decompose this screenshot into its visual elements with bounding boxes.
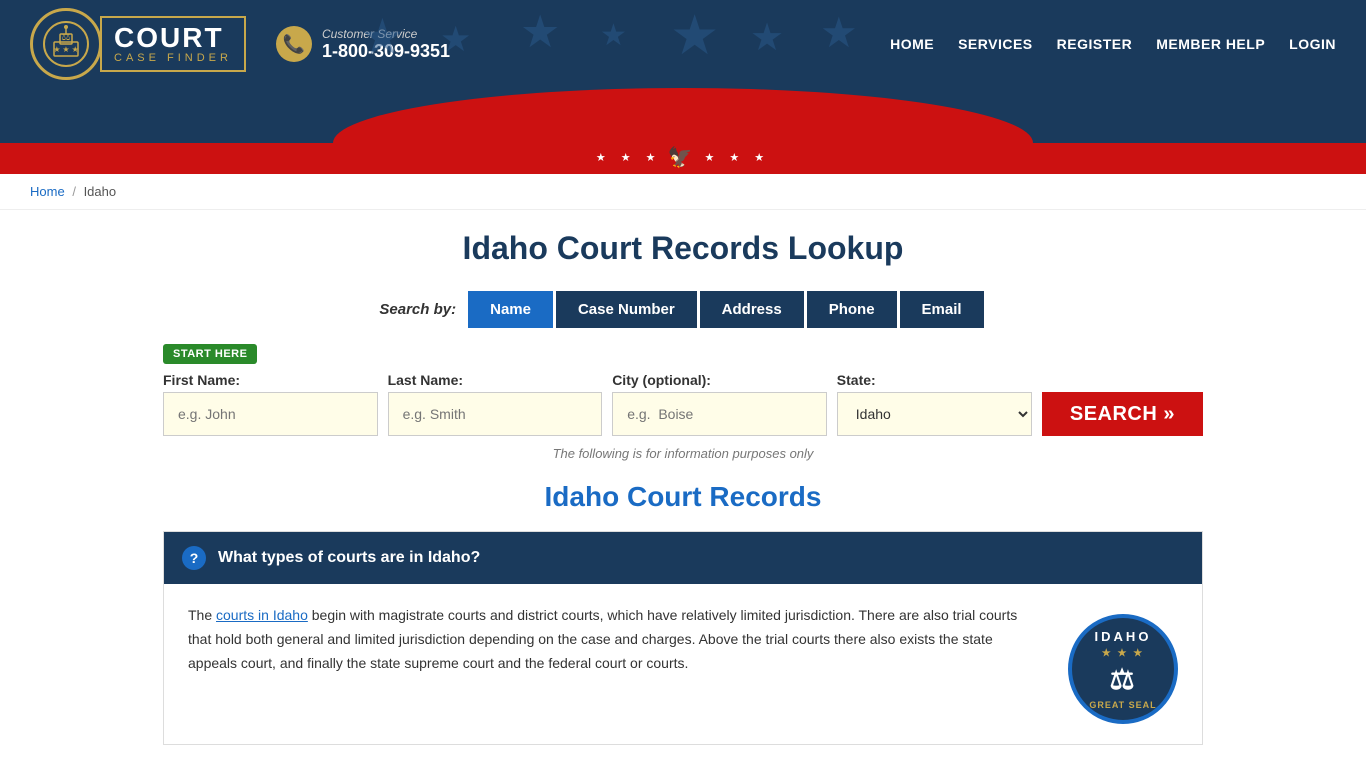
last-name-label: Last Name:: [388, 372, 603, 388]
bg-star-6: ★: [750, 15, 784, 60]
first-name-input[interactable]: [163, 392, 378, 436]
logo-case-finder-label: CASE FINDER: [114, 52, 232, 64]
section-title: Idaho Court Records: [163, 481, 1203, 513]
nav-home[interactable]: HOME: [890, 36, 934, 52]
question-icon: ?: [182, 546, 206, 570]
last-name-group: Last Name:: [388, 372, 603, 436]
idaho-seal: IDAHO ★ ★ ★ ⚖ GREAT SEAL: [1068, 614, 1178, 724]
svg-text:★ ★ ★: ★ ★ ★: [53, 45, 79, 54]
breadcrumb-separator: /: [72, 184, 76, 199]
first-name-group: First Name:: [163, 372, 378, 436]
customer-service: 📞 Customer Service 1-800-309-9351: [276, 26, 450, 62]
logo-court-label: COURT: [114, 24, 232, 52]
eagle-stars-row: ★ ★ ★ 🦅 ★ ★ ★: [0, 145, 1366, 170]
accordion: ? What types of courts are in Idaho? The…: [163, 531, 1203, 745]
tab-phone[interactable]: Phone: [807, 291, 897, 328]
body-text-1: The: [188, 607, 216, 623]
logo-text: COURT CASE FINDER: [100, 16, 246, 72]
nav-login[interactable]: LOGIN: [1289, 36, 1336, 52]
state-group: State: Idaho Alabama Alaska: [837, 372, 1032, 436]
eagle-bar: ★ ★ ★ 🦅 ★ ★ ★: [0, 143, 1366, 174]
cs-label: Customer Service: [322, 27, 450, 41]
nav-register[interactable]: REGISTER: [1057, 36, 1133, 52]
accordion-question: What types of courts are in Idaho?: [218, 549, 480, 567]
state-select[interactable]: Idaho Alabama Alaska: [837, 392, 1032, 436]
tab-name[interactable]: Name: [468, 291, 553, 328]
bg-star-4: ★: [600, 18, 627, 53]
logo-circle: ⚖ ★ ★ ★: [30, 8, 102, 80]
tab-email[interactable]: Email: [900, 291, 984, 328]
accordion-body: The courts in Idaho begin with magistrat…: [164, 584, 1202, 744]
stars-right: ★ ★ ★: [704, 151, 770, 164]
tab-case-number[interactable]: Case Number: [556, 291, 697, 328]
state-label: State:: [837, 372, 1032, 388]
cs-text: Customer Service 1-800-309-9351: [322, 27, 450, 62]
courts-link[interactable]: courts in Idaho: [216, 607, 308, 623]
last-name-input[interactable]: [388, 392, 603, 436]
first-name-label: First Name:: [163, 372, 378, 388]
bg-star-3: ★: [520, 5, 560, 58]
search-by-label: Search by:: [379, 301, 456, 318]
wave-arch: [333, 88, 1033, 143]
form-row: First Name: Last Name: City (optional): …: [163, 372, 1203, 436]
logo-icon: ⚖ ★ ★ ★: [42, 20, 90, 68]
bg-star-5: ★: [670, 3, 719, 67]
cs-phone: 1-800-309-9351: [322, 41, 450, 62]
city-input[interactable]: [612, 392, 827, 436]
eagle-icon: 🦅: [668, 145, 699, 170]
seal-stars: ★ ★ ★: [1102, 648, 1144, 659]
search-by-row: Search by: Name Case Number Address Phon…: [163, 291, 1203, 328]
search-button[interactable]: SEARCH »: [1042, 392, 1203, 436]
phone-icon: 📞: [276, 26, 312, 62]
wave-section: [0, 88, 1366, 143]
breadcrumb-home[interactable]: Home: [30, 184, 65, 199]
main-nav: HOME SERVICES REGISTER MEMBER HELP LOGIN: [890, 36, 1336, 52]
city-label: City (optional):: [612, 372, 827, 388]
info-note: The following is for information purpose…: [163, 446, 1203, 461]
main-content: Idaho Court Records Lookup Search by: Na…: [133, 210, 1233, 765]
page-title: Idaho Court Records Lookup: [163, 230, 1203, 267]
breadcrumb-current: Idaho: [84, 184, 117, 199]
breadcrumb: Home / Idaho: [0, 174, 1366, 210]
start-here-badge: START HERE: [163, 344, 257, 364]
city-group: City (optional):: [612, 372, 827, 436]
accordion-header[interactable]: ? What types of courts are in Idaho?: [164, 532, 1202, 584]
body-text-2: begin with magistrate courts and distric…: [188, 607, 1017, 671]
nav-member-help[interactable]: MEMBER HELP: [1156, 36, 1265, 52]
seal-scales-icon: ⚖: [1109, 663, 1136, 696]
search-form: First Name: Last Name: City (optional): …: [163, 372, 1203, 436]
bg-star-7: ★: [820, 8, 858, 57]
seal-name: IDAHO: [1095, 629, 1152, 644]
accordion-text: The courts in Idaho begin with magistrat…: [188, 604, 1044, 724]
site-header: ★ ★ ★ ★ ★ ★ ★ ⚖ ★ ★ ★ COURT CASE FINDER …: [0, 0, 1366, 88]
stars-left: ★ ★ ★: [596, 151, 662, 164]
tab-address[interactable]: Address: [700, 291, 804, 328]
nav-services[interactable]: SERVICES: [958, 36, 1033, 52]
logo-area: ⚖ ★ ★ ★ COURT CASE FINDER: [30, 8, 246, 80]
seal-subtitle: GREAT SEAL: [1089, 700, 1156, 710]
